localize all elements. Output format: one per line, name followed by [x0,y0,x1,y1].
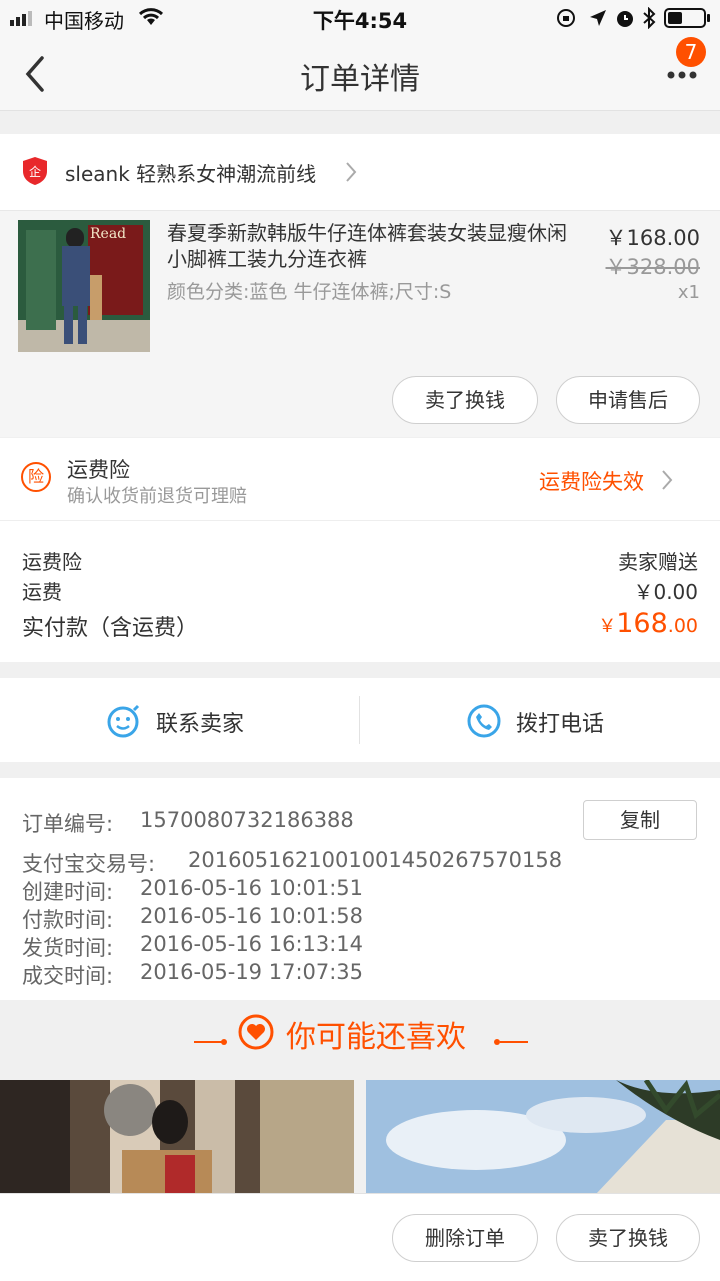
insurance-status[interactable]: 运费险失效 [539,466,644,496]
bluetooth-icon [642,6,656,30]
shop-header[interactable]: 企 sleank 轻熟系女神潮流前线 [0,134,720,211]
recommend-item-2[interactable] [366,1080,720,1194]
rotation-lock-icon [556,8,576,28]
more-button[interactable] [660,62,704,86]
summary-row-2-value: ￥0.00 [633,580,698,604]
summary-row-2-label: 运费 [22,580,62,604]
chat-face-icon [106,704,140,738]
page-title: 订单详情 [300,62,420,97]
insurance-title: 运费险 [67,458,130,482]
total-int: 168 [616,608,668,639]
call-phone-button[interactable]: 拨打电话 [360,678,720,762]
phone-icon [467,704,501,738]
insurance-row[interactable]: 险 运费险 确认收货前退货可理赔 运费险失效 [0,438,720,521]
location-icon [588,8,608,28]
original-price: ￥328.00 [605,255,700,279]
recommend-item-1[interactable] [0,1080,354,1194]
contact-seller-button[interactable]: 联系卖家 [0,678,359,762]
order-number-value: 1570080732186388 [140,808,354,832]
alipay-number-value: 2016051621001001450267570158 [188,848,563,872]
order-number-label: 订单编号: [22,812,114,836]
delete-order-button[interactable]: 删除订单 [392,1214,538,1262]
total-currency: ￥ [598,616,617,637]
bottom-action-bar: 删除订单 卖了换钱 [0,1193,720,1281]
paid-time-label: 付款时间: [22,908,114,932]
summary-row-1-value: 卖家赠送 [618,550,698,574]
insurance-subtitle: 确认收货前退货可理赔 [67,486,247,507]
call-phone-label: 拨打电话 [516,712,605,737]
apply-after-sale-button[interactable]: 申请售后 [556,376,700,424]
recommend-title: 你可能还喜欢 [286,1020,466,1055]
created-time-label: 创建时间: [22,880,114,904]
heart-icon [238,1014,274,1050]
insurance-summary-section: 险 运费险 确认收货前退货可理赔 运费险失效 运费险 卖家赠送 运费 ￥0.00… [0,438,720,662]
contact-seller-label: 联系卖家 [156,712,245,737]
order-info-section: 订单编号: 1570080732186388 复制 支付宝交易号: 201605… [0,778,720,1000]
summary-row-1-label: 运费险 [22,550,82,574]
created-time-value: 2016-05-16 10:01:51 [140,876,364,900]
product-card[interactable]: Read 春夏季新款韩版牛仔连体裤套装女装显瘦休闲小脚裤工装九分连衣裤 颜色分类… [0,211,720,437]
contact-row: 联系卖家 拨打电话 [0,678,720,762]
product-sku: 颜色分类:蓝色 牛仔连体裤;尺寸:S [167,281,452,303]
left-dash-decoration [194,1030,228,1045]
insurance-icon: 险 [21,462,51,492]
insurance-icon-char: 险 [27,467,44,486]
more-dots-icon [667,71,697,79]
product-price: ￥168.00 [605,226,700,250]
clock-text: 下午4:54 [312,9,408,33]
svg-text:企: 企 [29,164,41,179]
bottom-sell-for-cash-button[interactable]: 卖了换钱 [556,1214,700,1262]
shop-logo-icon: 企 [22,156,48,186]
total-dec: .00 [667,615,698,637]
status-bar: 中国移动 下午4:54 [0,0,720,36]
product-title[interactable]: 春夏季新款韩版牛仔连体裤套装女装显瘦休闲小脚裤工装九分连衣裤 [167,220,577,272]
completed-time-value: 2016-05-19 17:07:35 [140,960,364,984]
chevron-right-icon [344,160,358,184]
recommend-header: 你可能还喜欢 [0,1000,720,1080]
total-label: 实付款（含运费） [22,616,199,641]
alipay-number-label: 支付宝交易号: [22,852,156,876]
copy-button[interactable]: 复制 [583,800,697,840]
notification-badge: 7 [676,37,706,67]
shipped-time-label: 发货时间: [22,936,114,960]
insurance-chevron-icon [660,468,674,492]
sell-for-cash-button[interactable]: 卖了换钱 [392,376,538,424]
product-thumbnail[interactable]: Read [18,220,150,352]
product-quantity: x1 [677,282,700,303]
paid-time-value: 2016-05-16 10:01:58 [140,904,364,928]
recommend-image-2 [366,1080,720,1194]
total-amount: ￥168.00 [598,608,698,639]
alarm-icon [614,7,636,29]
right-dash-decoration [494,1030,528,1045]
shipped-time-value: 2016-05-16 16:13:14 [140,932,364,956]
battery-icon [664,8,712,28]
thumbnail-sign-text: Read [90,226,127,242]
shop-name: sleank 轻熟系女神潮流前线 [65,162,317,186]
completed-time-label: 成交时间: [22,964,114,988]
nav-bar: 订单详情 7 [0,36,720,111]
recommend-image-1 [0,1080,354,1194]
